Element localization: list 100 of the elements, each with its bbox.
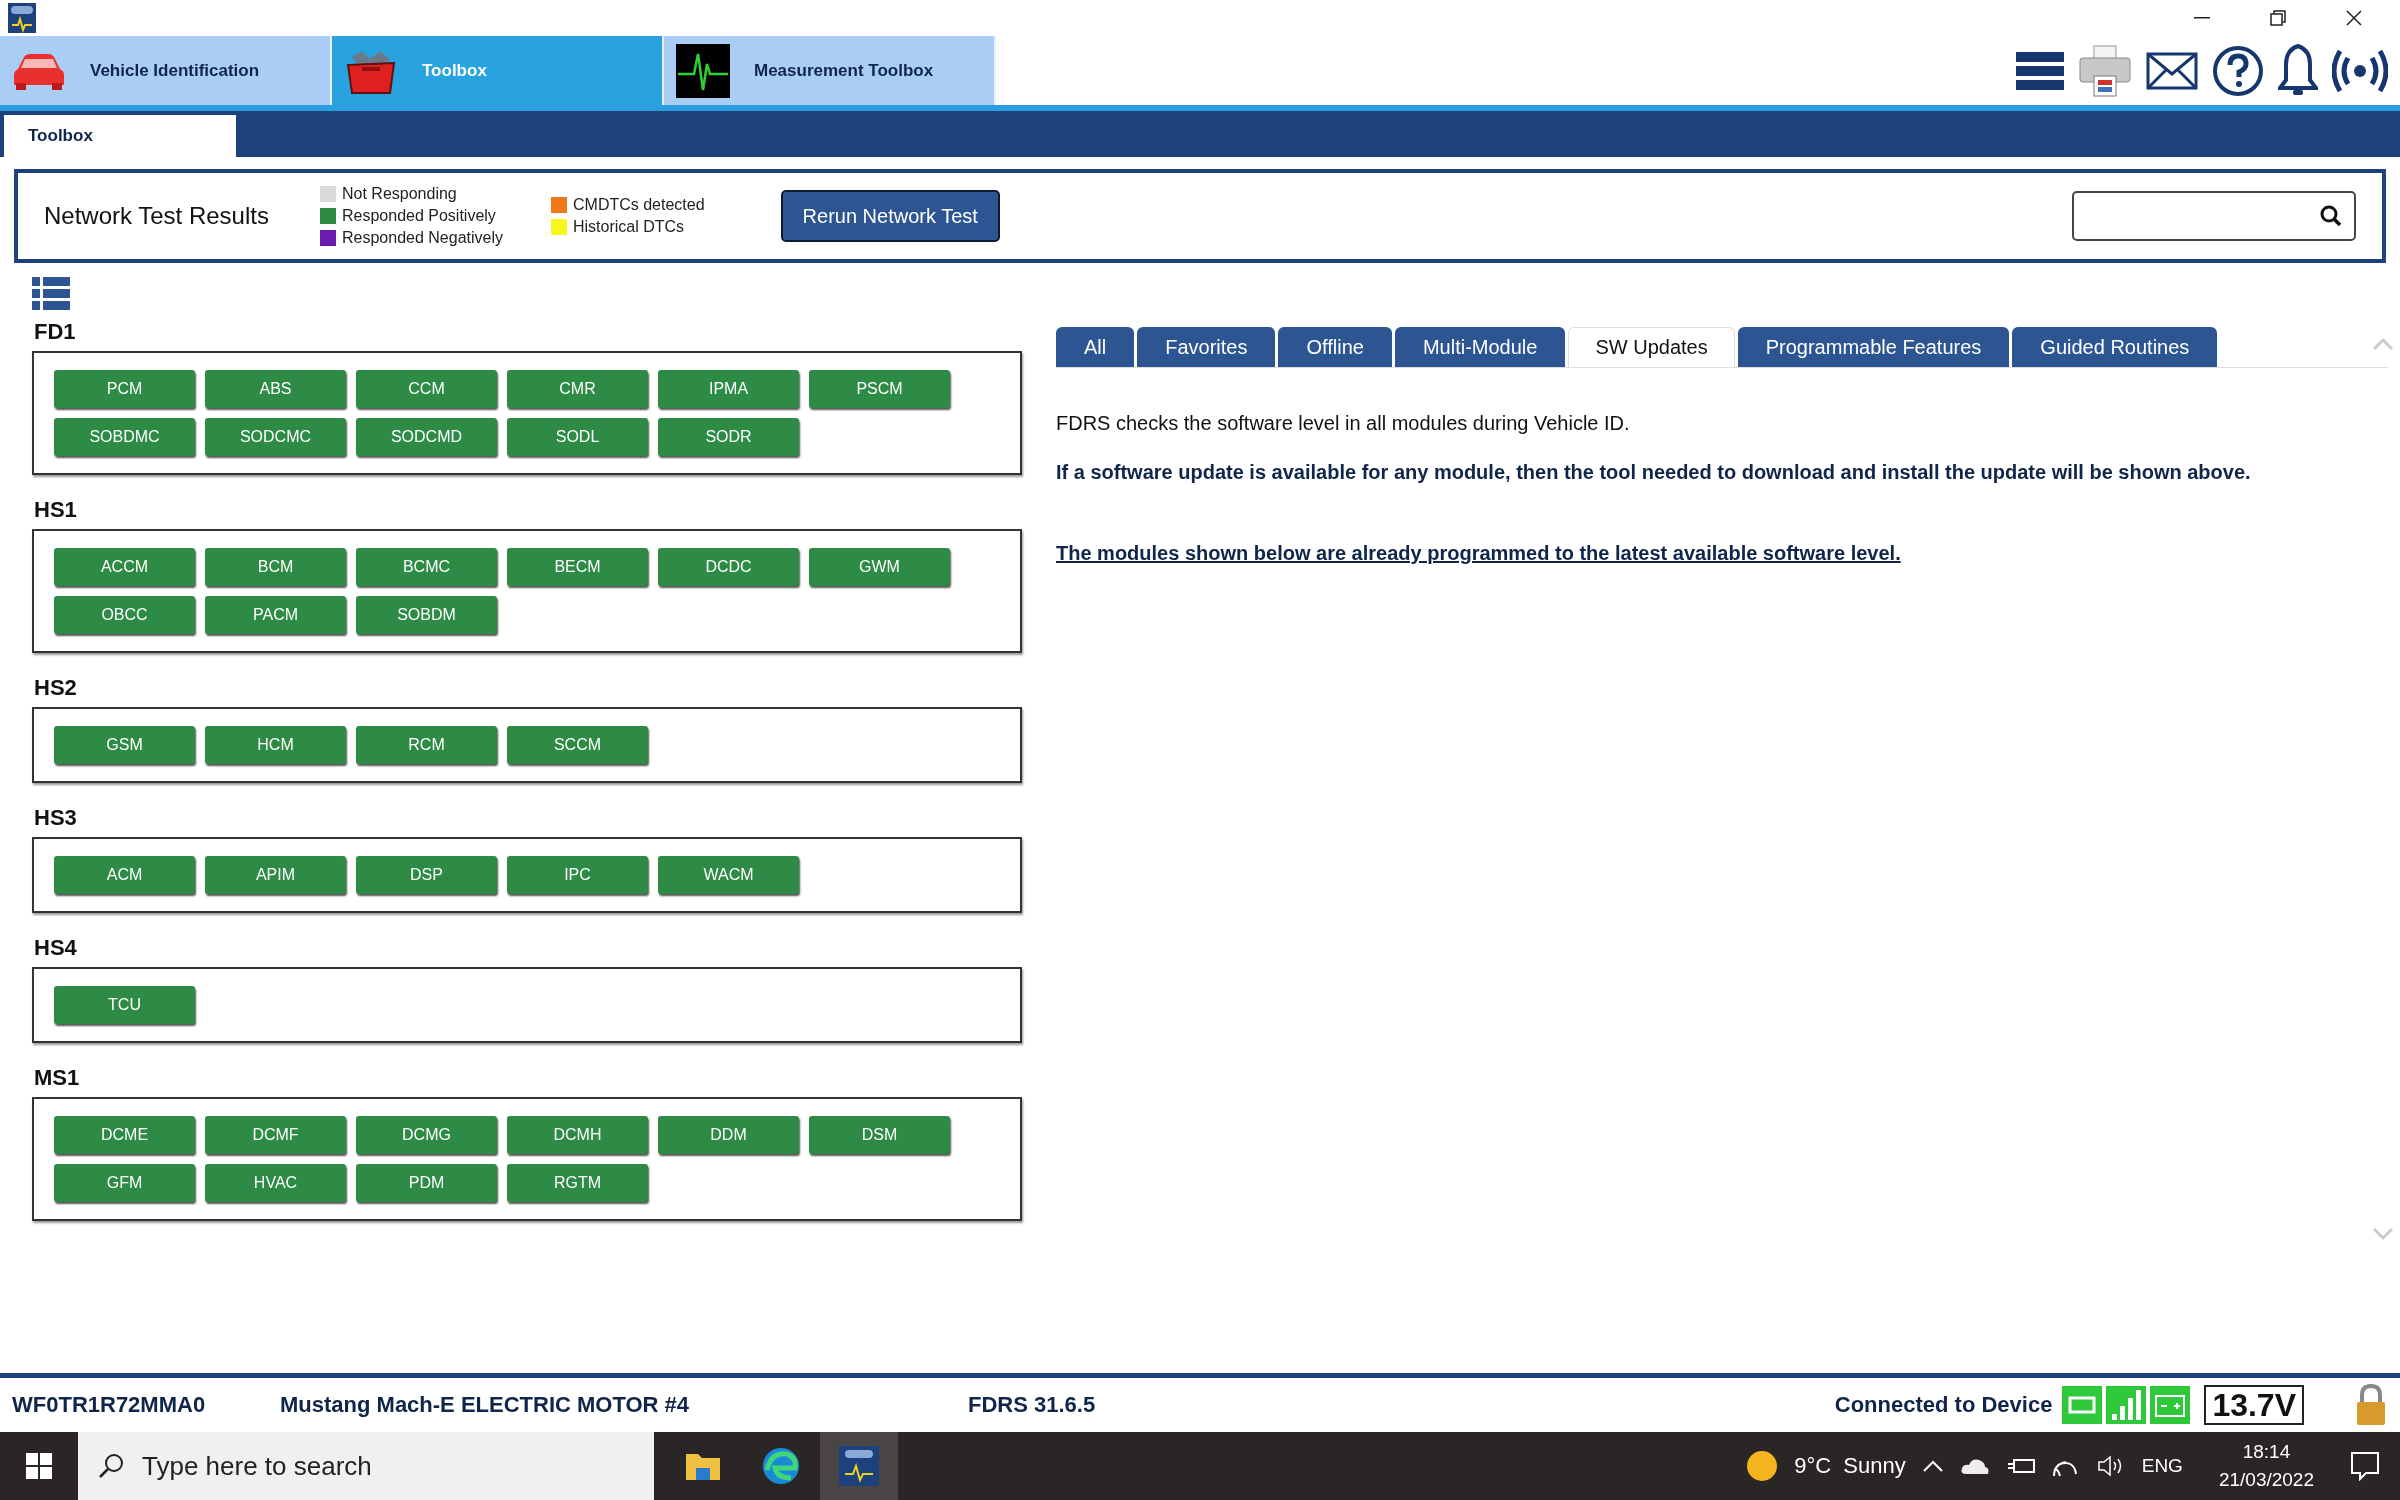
toolbox-tab[interactable]: Toolbox bbox=[4, 115, 236, 157]
module-button[interactable]: DDM bbox=[658, 1116, 799, 1154]
vehicle-name: Mustang Mach-E ELECTRIC MOTOR #4 bbox=[280, 1392, 691, 1418]
tool-tab[interactable]: All bbox=[1056, 327, 1135, 367]
network-label: HS2 bbox=[34, 675, 78, 701]
weather-text[interactable]: 9°C Sunny bbox=[1794, 1453, 1906, 1479]
app-tab[interactable]: Vehicle Identification bbox=[0, 36, 332, 105]
module-button[interactable]: DCMF bbox=[205, 1116, 346, 1154]
taskbar-search-field[interactable]: Type here to search bbox=[78, 1432, 654, 1500]
restore-icon bbox=[2270, 10, 2286, 26]
module-button[interactable]: IPMA bbox=[658, 370, 799, 408]
legend-label: Responded Negatively bbox=[342, 229, 503, 247]
legend-label: Historical DTCs bbox=[573, 218, 685, 236]
wireless-icon[interactable] bbox=[2332, 47, 2388, 94]
module-button[interactable]: RGTM bbox=[507, 1164, 648, 1202]
tool-tab[interactable]: Favorites bbox=[1137, 327, 1276, 367]
list-view-icon[interactable] bbox=[32, 277, 70, 311]
module-button[interactable]: PACM bbox=[205, 596, 346, 634]
app-logo-icon bbox=[8, 3, 36, 33]
network-label: FD1 bbox=[34, 319, 77, 345]
car-battery-icon bbox=[2150, 1386, 2191, 1424]
module-button[interactable]: SODCMD bbox=[356, 418, 497, 456]
battery-status-icon bbox=[2062, 1386, 2103, 1424]
module-button[interactable]: BCMC bbox=[356, 548, 497, 586]
chevron-up-icon[interactable] bbox=[1921, 1459, 1944, 1473]
notification-icon[interactable] bbox=[2350, 1451, 2380, 1481]
rerun-button[interactable]: Rerun Network Test bbox=[780, 190, 1000, 242]
module-button[interactable]: PCM bbox=[54, 370, 195, 408]
signal-icon bbox=[2106, 1386, 2147, 1424]
module-button[interactable]: GFM bbox=[54, 1164, 195, 1202]
module-button[interactable]: BECM bbox=[507, 548, 648, 586]
network-label: HS1 bbox=[34, 497, 78, 523]
module-button[interactable]: HCM bbox=[205, 726, 346, 764]
legend-label: Responded Positively bbox=[342, 207, 496, 225]
sun-icon bbox=[1746, 1450, 1779, 1482]
panel-title: Network Test Results bbox=[44, 202, 270, 230]
module-button[interactable]: APIM bbox=[205, 856, 346, 894]
vin-text: WF0TR1R72MMA0 bbox=[12, 1392, 207, 1418]
bell-icon[interactable] bbox=[2278, 43, 2318, 98]
module-button[interactable]: TCU bbox=[54, 986, 195, 1024]
tool-tab[interactable]: Guided Routines bbox=[2012, 327, 2218, 367]
tool-tab[interactable]: SW Updates bbox=[1568, 327, 1735, 367]
legend-label: Not Responding bbox=[342, 185, 457, 203]
printer-icon[interactable] bbox=[2078, 43, 2132, 98]
module-button[interactable]: OBCC bbox=[54, 596, 195, 634]
module-button[interactable]: RCM bbox=[356, 726, 497, 764]
windows-icon bbox=[26, 1453, 52, 1479]
search-field[interactable] bbox=[2072, 191, 2356, 241]
module-button[interactable]: DSM bbox=[809, 1116, 950, 1154]
module-button[interactable]: WACM bbox=[658, 856, 799, 894]
latest-modules-link[interactable]: The modules shown below are already programmed to the latest available software level. bbox=[1056, 542, 1901, 565]
mail-icon[interactable] bbox=[2146, 51, 2198, 90]
language-indicator[interactable]: ENG bbox=[2141, 1455, 2183, 1477]
module-button[interactable]: CMR bbox=[507, 370, 648, 408]
clock-time: 18:14 bbox=[2242, 1441, 2291, 1463]
connection-status: Connected to Device bbox=[1834, 1392, 2053, 1418]
module-button[interactable]: SOBDMC bbox=[54, 418, 195, 456]
voltage-reading: 13.7V bbox=[2204, 1385, 2304, 1425]
notice-text: If a software update is available for any module, then the tool needed to download and install the update will be shown above. bbox=[1056, 461, 2252, 484]
network-label: MS1 bbox=[34, 1065, 81, 1091]
close-icon bbox=[2346, 10, 2362, 26]
module-button[interactable]: GSM bbox=[54, 726, 195, 764]
module-button[interactable]: SODCMC bbox=[205, 418, 346, 456]
app-tab[interactable]: Toolbox bbox=[332, 36, 664, 105]
heartbeat-monitor-icon bbox=[676, 43, 730, 98]
module-button[interactable]: PSCM bbox=[809, 370, 950, 408]
module-button[interactable]: SODL bbox=[507, 418, 648, 456]
search-icon bbox=[2320, 205, 2342, 227]
battery-icon[interactable] bbox=[2005, 1456, 2036, 1476]
module-button[interactable]: ABS bbox=[205, 370, 346, 408]
module-button[interactable]: HVAC bbox=[205, 1164, 346, 1202]
module-button[interactable]: DCMG bbox=[356, 1116, 497, 1154]
help-icon[interactable] bbox=[2212, 44, 2264, 97]
fdrs-app-icon[interactable] bbox=[820, 1432, 898, 1500]
module-button[interactable]: IPC bbox=[507, 856, 648, 894]
module-button[interactable]: PDM bbox=[356, 1164, 497, 1202]
module-button[interactable]: DCMH bbox=[507, 1116, 648, 1154]
module-button[interactable]: SOBDM bbox=[356, 596, 497, 634]
module-button[interactable]: SCCM bbox=[507, 726, 648, 764]
tool-tab[interactable]: Offline bbox=[1278, 327, 1392, 367]
module-button[interactable]: SODR bbox=[658, 418, 799, 456]
module-button[interactable]: DSP bbox=[356, 856, 497, 894]
padlock-icon[interactable] bbox=[2354, 1383, 2388, 1427]
app-tab[interactable]: Measurement Toolbox bbox=[664, 36, 996, 105]
version-text: FDRS 31.6.5 bbox=[968, 1392, 1096, 1418]
module-button[interactable]: GWM bbox=[809, 548, 950, 586]
tool-tab[interactable]: Multi-Module bbox=[1394, 327, 1566, 367]
module-button[interactable]: ACM bbox=[54, 856, 195, 894]
clock-date: 21/03/2022 bbox=[2218, 1469, 2314, 1491]
module-button[interactable]: DCDC bbox=[658, 548, 799, 586]
module-button[interactable]: CCM bbox=[356, 370, 497, 408]
minimize-icon bbox=[2194, 17, 2210, 19]
network-label: HS4 bbox=[34, 935, 78, 961]
legend-label: CMDTCs detected bbox=[573, 196, 705, 214]
module-button[interactable]: ACCM bbox=[54, 548, 195, 586]
module-button[interactable]: DCME bbox=[54, 1116, 195, 1154]
module-button[interactable]: BCM bbox=[205, 548, 346, 586]
search-icon bbox=[98, 1453, 124, 1479]
tool-tab[interactable]: Programmable Features bbox=[1737, 327, 2010, 367]
menu-icon[interactable] bbox=[2016, 51, 2064, 90]
